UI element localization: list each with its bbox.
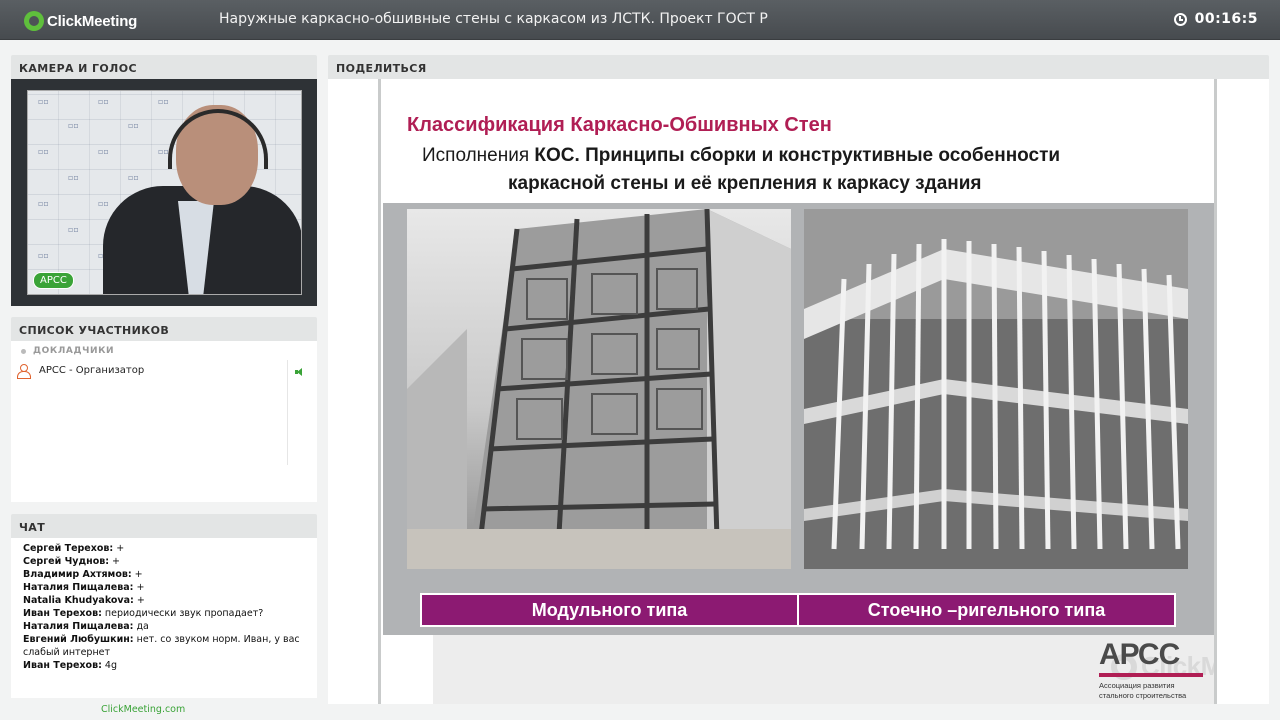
chat-text: + (133, 582, 145, 593)
chat-text: 4g (101, 660, 117, 671)
slide-subtitle: Исполнения КОС. Принципы сборки и констр… (422, 145, 1060, 167)
chat-author: Евгений Любушкин: (23, 634, 134, 645)
video-backdrop-logo-icon: ▫▫ (38, 97, 49, 106)
slide-subtitle-prefix: Исполнения (422, 145, 535, 166)
slide-label-bar: Модульного типа Стоечно –ригельного типа (420, 593, 1176, 627)
group-toggle-icon (21, 348, 26, 354)
chat-panel-header: ЧАТ (11, 514, 317, 538)
chat-message: Владимир Ахтямов: + (23, 568, 317, 581)
apcc-logo-name: АРСС (1099, 638, 1180, 671)
chat-author: Иван Терехов: (23, 660, 102, 671)
clickmeeting-logo-icon (24, 11, 44, 31)
session-timer: 00:16:5 (1173, 11, 1258, 27)
chat-message: Иван Терехов: 4g (23, 659, 317, 672)
apcc-logo-bar (1099, 673, 1203, 677)
presenter-video[interactable]: ▫▫▫▫▫▫▫▫▫▫▫▫▫▫▫▫▫▫▫▫▫▫▫▫▫▫▫▫▫▫▫▫ АРСС (27, 90, 302, 295)
post-beam-frame-photo (804, 209, 1188, 569)
chat-message: Наталия Пищалева: да (23, 620, 317, 633)
chat-message: Иван Терехов: периодически звук пропадае… (23, 607, 317, 620)
video-backdrop-logo-icon: ▫▫ (68, 225, 79, 234)
chat-text: + (109, 556, 121, 567)
video-backdrop-logo-icon: ▫▫ (98, 97, 109, 106)
brand-name: ClickMeeting (47, 12, 138, 30)
slide-subtitle-line2: каркасной стены и её крепления к каркасу… (508, 173, 982, 194)
label-post-beam: Стоечно –ригельного типа (797, 595, 1174, 625)
chat-message: Наталия Пищалева: + (23, 581, 317, 594)
chat-text: + (133, 595, 145, 606)
chat-text: да (133, 621, 149, 632)
presenters-group-label: ДОКЛАДЧИКИ (33, 346, 115, 356)
camera-panel-header: КАМЕРА И ГОЛОС (11, 55, 317, 79)
chat-author: Иван Терехов: (23, 608, 102, 619)
speaker-icon[interactable] (295, 368, 303, 376)
webinar-title: Наружные каркасно-обшивные стены с карка… (219, 11, 768, 27)
presenters-group[interactable]: ДОКЛАДЧИКИ (21, 346, 114, 356)
chat-text: + (131, 569, 143, 580)
clickmeeting-logo: ClickMeeting (24, 10, 137, 32)
clickmeeting-link[interactable]: ClickMeeting.com (101, 704, 185, 715)
clock-icon (1173, 12, 1187, 26)
apcc-logo: АРСС Ассоциация развития стального строи… (1099, 639, 1211, 701)
slide-title: Классификация Каркасно-Обшивных Стен (407, 114, 832, 136)
video-backdrop-logo-icon: ▫▫ (158, 97, 169, 106)
chat-text: периодически звук пропадает? (101, 608, 264, 619)
participant-name: АРСС - Организатор (39, 364, 145, 376)
presentation-slide: Классификация Каркасно-Обшивных Стен Исп… (378, 79, 1217, 704)
post-beam-frame-illustration (804, 209, 1188, 569)
label-modular: Модульного типа (531, 599, 688, 620)
participants-panel: ДОКЛАДЧИКИ АРСС - Организатор (11, 341, 317, 502)
chat-message: Евгений Любушкин: нет. со звуком норм. И… (23, 633, 317, 659)
chat-author: Сергей Чуднов: (23, 556, 110, 567)
video-backdrop-logo-icon: ▫▫ (38, 199, 49, 208)
slide-photo-band: Модульного типа Стоечно –ригельного типа (383, 203, 1214, 635)
participant-row[interactable]: АРСС - Организатор (13, 360, 288, 380)
participants-panel-header: СПИСОК УЧАСТНИКОВ (11, 317, 317, 341)
slide-subtitle-bold: КОС. Принципы сборки и конструктивные ос… (534, 145, 1061, 166)
share-panel-header: ПОДЕЛИТЬСЯ (328, 55, 1269, 79)
apcc-logo-caption-1: Ассоциация развития (1099, 681, 1175, 690)
modular-frame-illustration (407, 209, 791, 569)
presenter-name-badge: АРСС (33, 272, 74, 289)
modular-frame-photo (407, 209, 791, 569)
chat-message: Сергей Чуднов: + (23, 555, 317, 568)
video-backdrop-logo-icon: ▫▫ (38, 251, 49, 260)
video-backdrop-logo-icon: ▫▫ (128, 121, 139, 130)
chat-message: Сергей Терехов: + (23, 542, 317, 555)
video-backdrop-logo-icon: ▫▫ (68, 121, 79, 130)
share-panel: Классификация Каркасно-Обшивных Стен Исп… (328, 79, 1269, 704)
chat-author: Natalia Khudyakova: (23, 595, 134, 606)
timer-value: 00:16:5 (1194, 11, 1258, 27)
participants-divider (287, 360, 288, 465)
chat-messages: Сергей Терехов: + Сергей Чуднов: + Влади… (11, 538, 317, 698)
chat-author: Сергей Терехов: (23, 543, 114, 554)
chat-author: Наталия Пищалева: (23, 582, 134, 593)
video-backdrop-logo-icon: ▫▫ (38, 147, 49, 156)
video-backdrop-logo-icon: ▫▫ (68, 173, 79, 182)
video-backdrop-logo-icon: ▫▫ (128, 173, 139, 182)
video-backdrop-logo-icon: ▫▫ (98, 199, 109, 208)
video-backdrop-logo-icon: ▫▫ (98, 147, 109, 156)
slide-footer-band (433, 635, 1214, 704)
chat-author: Владимир Ахтямов: (23, 569, 132, 580)
chat-message: Natalia Khudyakova: + (23, 594, 317, 607)
top-bar: ClickMeeting Наружные каркасно-обшивные … (0, 0, 1280, 40)
user-icon (17, 363, 31, 379)
apcc-logo-caption-2: стального строительства (1099, 691, 1187, 700)
chat-author: Наталия Пищалева: (23, 621, 134, 632)
chat-text: + (113, 543, 125, 554)
camera-panel: ▫▫▫▫▫▫▫▫▫▫▫▫▫▫▫▫▫▫▫▫▫▫▫▫▫▫▫▫▫▫▫▫ АРСС (11, 79, 317, 306)
